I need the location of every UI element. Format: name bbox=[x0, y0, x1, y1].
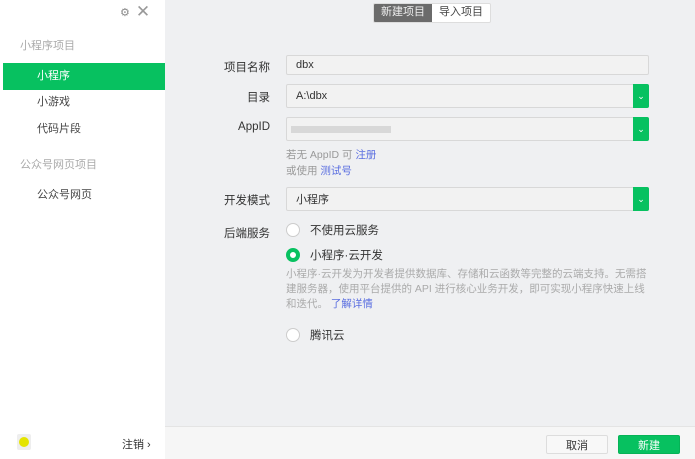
appid-hint-test: 或使用 测试号 bbox=[286, 163, 352, 178]
create-button[interactable]: 新建 bbox=[618, 435, 680, 454]
tab-new-project[interactable]: 新建项目 bbox=[374, 4, 432, 22]
radio-cloud-dev[interactable]: 小程序·云开发 bbox=[286, 247, 383, 263]
radio-circle[interactable] bbox=[286, 223, 300, 237]
cloud-description: 小程序·云开发为开发者提供数据库、存储和云函数等完整的云端支持。无需搭建服务器，… bbox=[286, 267, 648, 312]
tab-bar: 新建项目 导入项目 bbox=[373, 3, 491, 23]
mode-label: 开发模式 bbox=[224, 195, 270, 207]
tab-import-project[interactable]: 导入项目 bbox=[432, 4, 490, 22]
radio-label: 不使用云服务 bbox=[310, 225, 379, 237]
appid-hint-register: 若无 AppID 可 注册 bbox=[286, 147, 376, 162]
sidebar-item-miniprogram[interactable]: 小程序 bbox=[3, 63, 165, 90]
chevron-down-icon[interactable]: ⌄ bbox=[633, 117, 649, 141]
name-label: 项目名称 bbox=[224, 62, 270, 74]
logout-link[interactable]: 注销 › bbox=[122, 436, 151, 452]
section-miniprogram: 小程序项目 bbox=[20, 40, 75, 52]
project-name-value: dbx bbox=[296, 59, 314, 71]
hint-text: 或使用 bbox=[286, 165, 321, 177]
appid-redacted bbox=[291, 125, 391, 133]
directory-select[interactable]: A:\dbx ⌄ bbox=[286, 84, 649, 108]
learn-more-link[interactable]: 了解详情 bbox=[331, 298, 373, 310]
cancel-button[interactable]: 取消 bbox=[546, 435, 608, 454]
backend-label: 后端服务 bbox=[224, 228, 270, 240]
radio-tencent-cloud[interactable]: 腾讯云 bbox=[286, 327, 345, 343]
sidebar-item-minigame[interactable]: 小游戏 bbox=[3, 89, 165, 116]
sidebar-item-code-snippet[interactable]: 代码片段 bbox=[3, 116, 165, 143]
dir-label: 目录 bbox=[247, 92, 270, 104]
project-name-input[interactable]: dbx bbox=[286, 55, 649, 75]
footer: 取消 新建 bbox=[165, 426, 695, 459]
chevron-down-icon[interactable]: ⌄ bbox=[633, 187, 649, 211]
radio-label: 小程序·云开发 bbox=[310, 250, 383, 262]
section-official: 公众号网页项目 bbox=[20, 159, 97, 171]
radio-no-cloud[interactable]: 不使用云服务 bbox=[286, 222, 379, 238]
directory-value: A:\dbx bbox=[296, 90, 328, 102]
avatar[interactable] bbox=[17, 434, 31, 450]
radio-circle[interactable] bbox=[286, 328, 300, 342]
close-icon[interactable]: ✕ bbox=[136, 2, 150, 22]
settings-icon[interactable]: ⚙ bbox=[120, 6, 130, 19]
dev-mode-select[interactable]: 小程序 ⌄ bbox=[286, 187, 649, 211]
sidebar-item-official-web[interactable]: 公众号网页 bbox=[3, 182, 165, 209]
hint-text: 若无 AppID 可 bbox=[286, 149, 356, 161]
test-account-link[interactable]: 测试号 bbox=[320, 165, 352, 177]
register-link[interactable]: 注册 bbox=[355, 149, 376, 161]
sidebar: ⚙ ✕ 小程序项目 小程序 小游戏 代码片段 公众号网页项目 公众号网页 注销 … bbox=[0, 0, 165, 459]
chevron-down-icon[interactable]: ⌄ bbox=[633, 84, 649, 108]
radio-circle-selected[interactable] bbox=[286, 248, 300, 262]
appid-label: AppID bbox=[238, 121, 270, 133]
dev-mode-value: 小程序 bbox=[296, 194, 329, 206]
radio-label: 腾讯云 bbox=[310, 330, 345, 342]
appid-select[interactable]: ⌄ bbox=[286, 117, 649, 141]
window-controls: ⚙ ✕ bbox=[120, 2, 150, 22]
